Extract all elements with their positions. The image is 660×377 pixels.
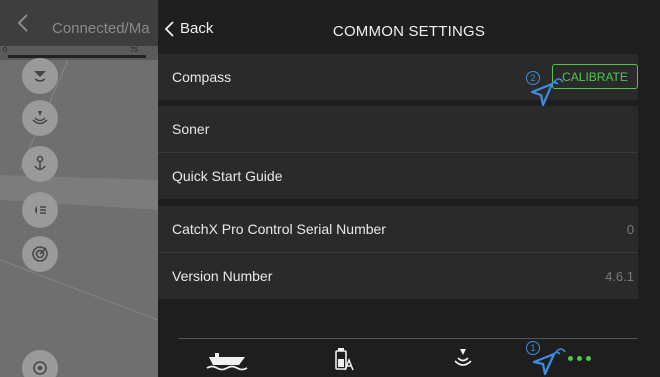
serial-number-row: CatchX Pro Control Serial Number 0 xyxy=(158,206,638,252)
tab-sonar[interactable] xyxy=(448,346,478,372)
depth-scale-min: 0 xyxy=(3,47,7,54)
tab-fuel[interactable] xyxy=(328,346,358,372)
settings-panel: Back COMMON SETTINGS Compass CALIBRATE S… xyxy=(158,0,660,377)
version-value: 4.6.1 xyxy=(605,269,634,284)
background-back-icon[interactable] xyxy=(16,14,30,32)
dot xyxy=(568,356,573,361)
depth-scale: 0 75 xyxy=(0,46,158,60)
depth-scale-max: 75 xyxy=(130,47,138,54)
more-dots-icon[interactable] xyxy=(568,356,591,361)
boat-icon xyxy=(206,353,248,371)
compass-label: Compass xyxy=(172,69,232,85)
dot xyxy=(586,356,591,361)
background-app: Connected/Ma 0 75 xyxy=(0,0,158,377)
tab-bar-divider xyxy=(178,338,638,339)
serial-number-value: 0 xyxy=(626,222,634,237)
version-row: Version Number 4.6.1 xyxy=(158,253,638,299)
bg-tool-light-icon[interactable] xyxy=(22,192,58,228)
sonar-row[interactable]: Soner xyxy=(158,106,638,152)
panel-header: Back COMMON SETTINGS xyxy=(158,0,660,54)
bg-tool-sonar-icon[interactable] xyxy=(22,100,58,136)
quick-start-label: Quick Start Guide xyxy=(172,168,283,184)
bg-tool-fish-icon[interactable] xyxy=(22,58,58,94)
sonar-icon xyxy=(454,349,472,366)
quick-start-row[interactable]: Quick Start Guide xyxy=(158,153,638,199)
fuel-gauge-icon xyxy=(335,348,354,371)
version-label: Version Number xyxy=(172,268,273,284)
pointer-icon xyxy=(532,348,566,376)
bottom-tab-bar: 1 xyxy=(158,338,660,377)
page-title: COMMON SETTINGS xyxy=(332,23,486,40)
tab-boat[interactable] xyxy=(202,346,252,372)
bg-tool-radar-icon[interactable] xyxy=(22,236,58,272)
pointer-icon xyxy=(530,78,564,107)
calibrate-button[interactable]: CALIBRATE xyxy=(552,64,638,89)
bg-tool-anchor-icon[interactable] xyxy=(22,146,58,182)
serial-number-label: CatchX Pro Control Serial Number xyxy=(172,221,386,237)
background-title: Connected/Ma xyxy=(52,20,150,37)
background-header: Connected/Ma xyxy=(0,0,158,46)
dot xyxy=(577,356,582,361)
depth-scale-line xyxy=(8,55,146,58)
sonar-label: Soner xyxy=(172,121,210,137)
